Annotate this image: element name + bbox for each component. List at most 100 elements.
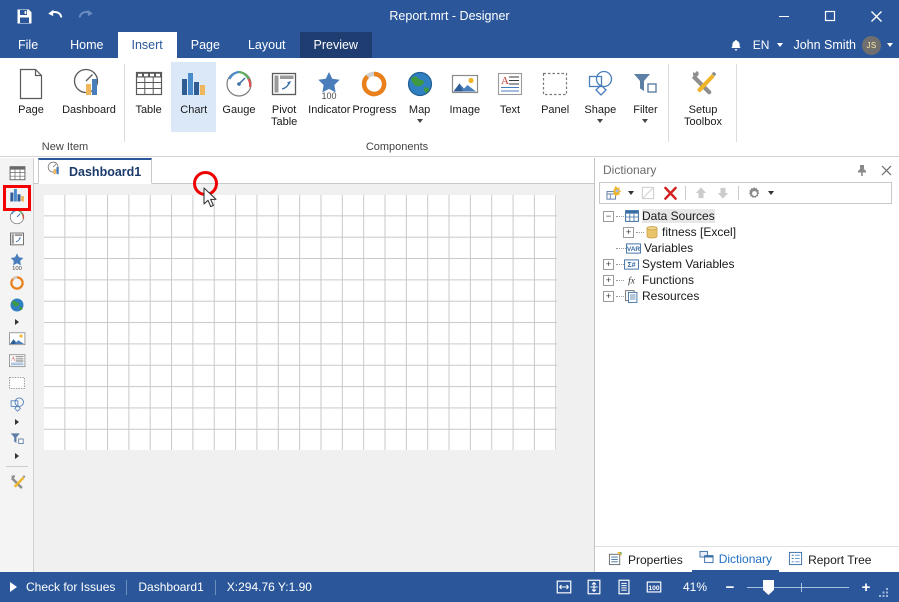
avatar[interactable]: JS [862,36,881,55]
ribbon-button-chart[interactable]: Chart [171,62,216,132]
left-toolbar-shape-chevron-right-icon[interactable] [0,416,34,428]
ribbon-button-table-label: Table [135,104,161,116]
ribbon-button-panel[interactable]: Panel [533,62,578,132]
map-chevron-down-icon[interactable] [417,119,423,123]
settings-chevron-down-icon[interactable] [766,184,776,202]
ribbon-button-map[interactable]: Map [397,62,442,132]
zoom-in-button[interactable]: + [857,572,875,602]
undo-icon[interactable] [45,6,65,26]
panel-tab-report-tree[interactable]: Report Tree [781,548,878,572]
dictionary-toolbar [599,182,892,204]
language-selector[interactable]: EN [751,38,772,52]
left-toolbar-item-panel[interactable] [0,372,34,394]
left-toolbar-item-map[interactable] [0,294,34,316]
close-icon[interactable] [878,162,894,178]
account-chevron-down-icon[interactable] [887,43,893,47]
user-name[interactable]: John Smith [793,38,856,52]
canvas-scroll-area[interactable] [34,184,594,572]
panel-tab-dictionary[interactable]: Dictionary [692,548,779,572]
ribbon-button-filter[interactable]: Filter [623,62,668,132]
single-page-icon[interactable] [609,572,639,602]
ribbon-button-shape[interactable]: Shape [578,62,623,132]
expand-toggle-minus-icon[interactable]: − [603,211,614,222]
gear-icon[interactable] [744,184,764,202]
left-toolbar-item-shape[interactable] [0,394,34,416]
maximize-button[interactable] [807,0,853,32]
tab-file[interactable]: File [0,32,56,58]
expand-toggle-plus-icon[interactable]: + [603,291,614,302]
zoom-slider[interactable] [739,572,857,602]
new-item-chevron-down-icon[interactable] [626,184,636,202]
left-toolbar-item-filter[interactable] [0,428,34,450]
tab-insert[interactable]: Insert [118,32,177,58]
pin-icon[interactable] [854,162,870,178]
left-toolbar-item-progress[interactable] [0,272,34,294]
dashboard-icon [72,66,106,102]
report-page-canvas[interactable] [44,195,557,450]
delete-icon[interactable] [660,184,680,202]
ribbon-button-gauge[interactable]: Gauge [216,62,261,132]
tree-node-system-variables[interactable]: + Σ# System Variables [599,256,892,272]
document-tab-dashboard1[interactable]: Dashboard1 [38,158,152,184]
left-toolbar-map-chevron-right-icon[interactable] [0,316,34,328]
left-toolbar-filter-chevron-right-icon[interactable] [0,450,34,462]
tree-node-fitness-excel[interactable]: + fitness [Excel] [599,224,892,240]
save-icon[interactable] [14,6,34,26]
zoom-slider-thumb[interactable] [763,580,774,595]
check-issues-play-icon[interactable] [10,582,17,592]
zoom-out-button[interactable]: − [721,572,739,602]
shape-icon [8,396,26,414]
gauge-icon [8,208,26,226]
var-icon: VAR [626,241,641,255]
tree-node-resources[interactable]: + Resources [599,288,892,304]
shape-chevron-down-icon[interactable] [597,119,603,123]
ribbon-button-page[interactable]: Page [4,62,58,132]
panel-tab-properties[interactable]: Properties [601,548,690,572]
redo-icon[interactable] [76,6,96,26]
tree-node-functions[interactable]: + fx Functions [599,272,892,288]
ribbon-button-progress[interactable]: Progress [352,62,397,132]
tab-preview[interactable]: Preview [300,32,372,58]
ribbon-button-setup-toolbox[interactable]: Setup Toolbox [672,62,734,132]
ribbon-button-image[interactable]: Image [442,62,487,132]
left-toolbar-item-image[interactable] [0,328,34,350]
zoom-100-icon[interactable]: 100 [639,572,669,602]
ribbon-button-table[interactable]: Table [126,62,171,132]
ribbon-button-indicator[interactable]: 100 Indicator [307,62,352,132]
left-toolbar-item-setup-toolbox[interactable] [0,471,34,493]
close-button[interactable] [853,0,899,32]
tree-node-variables[interactable]: VAR Variables [599,240,892,256]
left-toolbar-item-table[interactable] [0,162,34,184]
new-item-icon[interactable] [604,184,624,202]
left-toolbar-item-gauge[interactable] [0,206,34,228]
tab-page[interactable]: Page [177,32,234,58]
tree-node-data-sources[interactable]: − Data Sources [599,208,892,224]
fit-page-icon[interactable] [579,572,609,602]
ribbon-button-dashboard[interactable]: Dashboard [58,62,120,132]
check-for-issues-button[interactable]: Check for Issues [26,580,126,594]
left-toolbar-item-pivot-table[interactable] [0,228,34,250]
expand-toggle-plus-icon[interactable]: + [603,259,614,270]
bell-icon[interactable] [727,35,745,55]
tab-home[interactable]: Home [56,32,117,58]
left-toolbar-item-text[interactable]: A [0,350,34,372]
left-toolbar-item-chart[interactable] [0,184,34,206]
text-icon: A [494,66,526,102]
dashboard-icon [47,161,63,182]
ribbon-button-text[interactable]: A Text [487,62,532,132]
svg-text:VAR: VAR [627,245,641,252]
language-chevron-down-icon[interactable] [777,43,783,47]
ribbon-group-new-item-label: New Item [4,141,126,153]
expand-toggle-plus-icon[interactable]: + [623,227,634,238]
minimize-button[interactable] [761,0,807,32]
expand-toggle-plus-icon[interactable]: + [603,275,614,286]
ribbon-button-pivot-table[interactable]: Pivot Table [262,62,307,132]
left-toolbar-item-indicator[interactable]: 100 [0,250,34,272]
resize-grip[interactable] [875,572,891,602]
tab-layout[interactable]: Layout [234,32,300,58]
title-bar: Report.mrt - Designer [0,0,899,32]
fit-width-icon[interactable] [549,572,579,602]
filter-chevron-down-icon[interactable] [642,119,648,123]
indicator-icon: 100 [7,251,27,271]
document-area: Dashboard1 [34,158,594,572]
